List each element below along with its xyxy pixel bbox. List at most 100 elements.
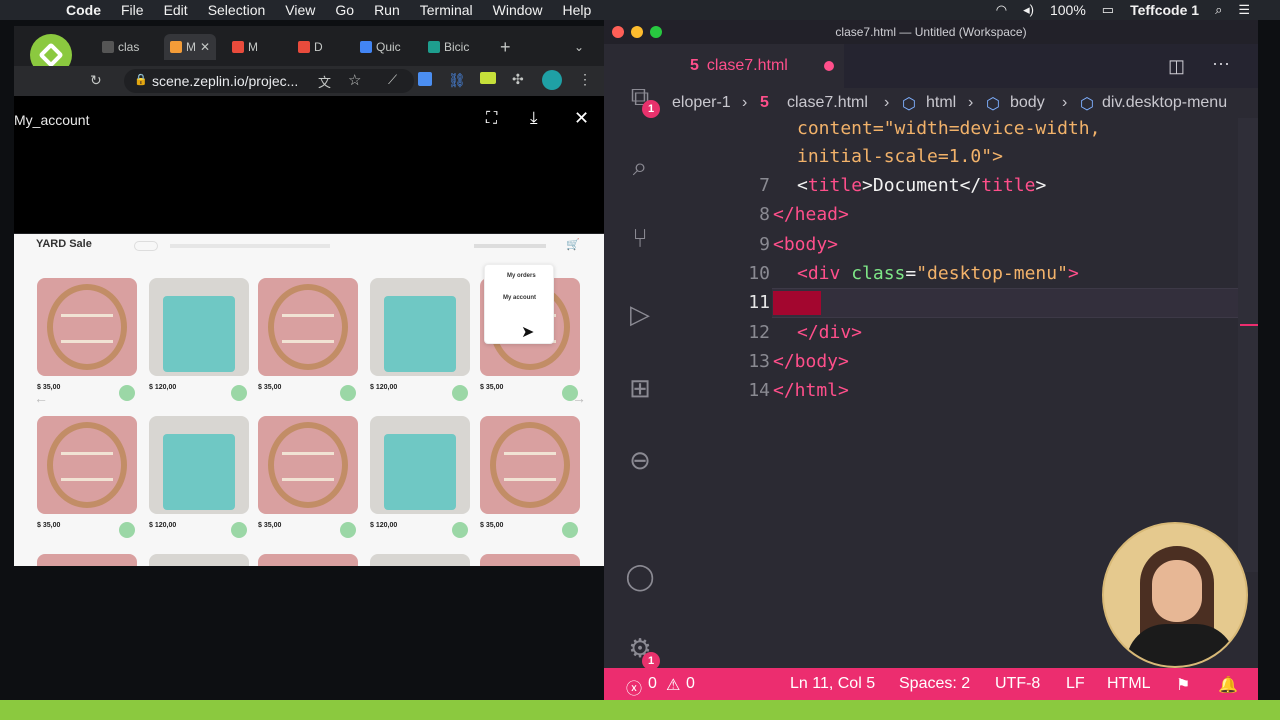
- search-icon[interactable]: ⌕: [622, 148, 658, 184]
- code-line-6: initial-scale=1.0">: [797, 146, 1003, 167]
- profile-avatar[interactable]: [542, 70, 562, 90]
- chevron-right-icon: ›: [968, 94, 974, 111]
- extensions-icon[interactable]: ⊞: [622, 370, 658, 406]
- extension-icon[interactable]: [418, 72, 432, 86]
- mouse-cursor-icon: ➤: [521, 324, 535, 341]
- code-line-7: <title>Document</title>: [797, 175, 1047, 196]
- errors-count[interactable]: 0: [648, 675, 657, 693]
- breadcrumb-folder[interactable]: eloper-1: [672, 94, 731, 112]
- menubar-user[interactable]: Teffcode 1: [1130, 2, 1199, 18]
- unsaved-dot-icon[interactable]: [823, 61, 834, 71]
- browser-tab-5[interactable]: Quic: [360, 34, 401, 60]
- menu-app-name[interactable]: Code: [66, 2, 101, 18]
- scrollbar[interactable]: [1238, 118, 1258, 572]
- warning-icon[interactable]: ⚠: [666, 675, 680, 695]
- editor-tab-clase7[interactable]: 5 clase7.html: [672, 44, 844, 88]
- add-to-cart-icon: [231, 522, 247, 538]
- eyedropper-icon[interactable]: ⟋: [388, 72, 397, 88]
- product-price: $ 120,00: [149, 384, 177, 391]
- line-ending[interactable]: LF: [1066, 675, 1085, 693]
- wifi-icon[interactable]: ◠: [996, 2, 1007, 18]
- menu-file[interactable]: File: [121, 2, 144, 18]
- nav-categories: [170, 244, 330, 248]
- close-window-icon[interactable]: [612, 26, 624, 38]
- product-image: [37, 416, 137, 514]
- language-mode[interactable]: HTML: [1107, 675, 1151, 693]
- browser-tab-3[interactable]: M: [232, 34, 258, 60]
- menu-edit[interactable]: Edit: [164, 2, 188, 18]
- feedback-icon[interactable]: ⚑: [1176, 675, 1190, 695]
- browser-tab-active[interactable]: M ✕: [164, 34, 217, 60]
- code-line-5: content="width=device-width,: [797, 118, 1101, 139]
- extensions-puzzle-icon[interactable]: ✣: [512, 71, 524, 88]
- breadcrumb-body[interactable]: body: [1010, 94, 1045, 112]
- more-actions-icon[interactable]: ⋯: [1212, 54, 1230, 75]
- run-debug-icon[interactable]: ▷: [622, 296, 658, 332]
- product-price: $ 120,00: [149, 522, 177, 529]
- prev-arrow-icon: ←: [34, 390, 48, 406]
- volume-icon[interactable]: ◂): [1023, 2, 1034, 18]
- menu-window[interactable]: Window: [493, 2, 543, 18]
- minimize-window-icon[interactable]: [631, 26, 643, 38]
- code-line-10: <div class="desktop-menu">: [797, 263, 1079, 284]
- code-line-9: <body>: [773, 234, 839, 255]
- control-center-icon[interactable]: ☰: [1238, 2, 1250, 18]
- product-image: [480, 554, 580, 566]
- more-menu-icon[interactable]: ⋮: [578, 71, 592, 88]
- download-icon[interactable]: ⤓: [530, 108, 538, 128]
- close-icon[interactable]: ✕: [574, 108, 589, 129]
- reload-icon[interactable]: ↻: [90, 72, 102, 89]
- indentation[interactable]: Spaces: 2: [899, 675, 970, 693]
- browser-tab-1[interactable]: clas: [102, 34, 139, 60]
- menu-help[interactable]: Help: [562, 2, 591, 18]
- lock-icon: 🔒: [134, 74, 148, 86]
- breadcrumb-file[interactable]: clase7.html: [787, 94, 868, 112]
- tab-search-icon[interactable]: ⌄: [574, 34, 584, 60]
- new-tab-icon[interactable]: +: [500, 34, 511, 60]
- screen-title: My_account: [14, 112, 90, 128]
- extension-icon[interactable]: [480, 72, 496, 84]
- breadcrumb-div[interactable]: div.desktop-menu: [1102, 94, 1227, 112]
- browser-tab-6[interactable]: Bicic: [428, 34, 469, 60]
- macos-menubar: Code File Edit Selection View Go Run Ter…: [0, 0, 1280, 20]
- git-graph-icon[interactable]: ⊖: [622, 442, 658, 478]
- tab-filename: clase7.html: [706, 57, 788, 74]
- encoding[interactable]: UTF-8: [995, 675, 1040, 693]
- cursor-position[interactable]: Ln 11, Col 5: [790, 675, 875, 693]
- menu-selection[interactable]: Selection: [208, 2, 266, 18]
- menu-run[interactable]: Run: [374, 2, 400, 18]
- source-control-icon[interactable]: ⑂: [622, 220, 658, 256]
- fullscreen-icon[interactable]: ⛶: [486, 110, 497, 128]
- line-number: 9: [759, 234, 770, 255]
- tab-favicon-icon: [298, 41, 310, 53]
- address-bar[interactable]: 🔒 scene.zeplin.io/projec...: [124, 69, 414, 93]
- user-email: [474, 244, 546, 248]
- chevron-right-icon: ›: [742, 94, 748, 111]
- menu-terminal[interactable]: Terminal: [420, 2, 473, 18]
- close-tab-icon[interactable]: ✕: [200, 40, 210, 54]
- product-image: [480, 416, 580, 514]
- search-icon[interactable]: ⌕: [1215, 2, 1222, 18]
- link-icon[interactable]: ⛓: [448, 72, 466, 89]
- account-dropdown: My orders My account: [484, 264, 554, 344]
- menu-go[interactable]: Go: [335, 2, 354, 18]
- account-icon[interactable]: ◯: [622, 558, 658, 594]
- symbol-element-icon: ⬡: [902, 96, 916, 113]
- notifications-bell-icon[interactable]: 🔔: [1218, 675, 1238, 695]
- product-image: [37, 278, 137, 376]
- battery-icon[interactable]: ▭: [1102, 2, 1114, 18]
- line-number: 10: [748, 263, 770, 284]
- split-editor-icon[interactable]: ◫: [1168, 56, 1185, 77]
- warnings-count[interactable]: 0: [686, 675, 695, 693]
- translate-icon[interactable]: 文: [318, 72, 331, 91]
- bookmark-star-icon[interactable]: ☆: [348, 71, 361, 89]
- add-to-cart-icon: [340, 522, 356, 538]
- code-line-12: </div>: [797, 322, 863, 343]
- chevron-right-icon: ›: [1062, 94, 1068, 111]
- product-image: [37, 554, 137, 566]
- menu-view[interactable]: View: [285, 2, 315, 18]
- errors-icon[interactable]: ⓧ: [626, 675, 642, 699]
- zoom-window-icon[interactable]: [650, 26, 662, 38]
- breadcrumb-html[interactable]: html: [926, 94, 956, 112]
- browser-tab-4[interactable]: D: [298, 34, 323, 60]
